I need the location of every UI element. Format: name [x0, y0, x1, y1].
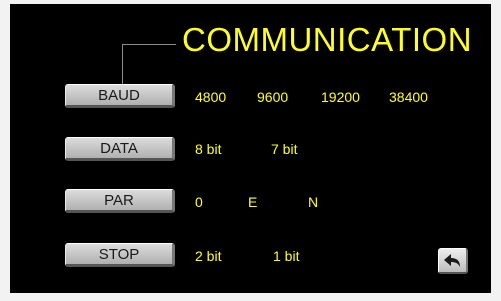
baud-option-38400[interactable]: 38400	[389, 90, 428, 104]
parity-option-0[interactable]: 0	[195, 195, 203, 209]
stop-option-2bit[interactable]: 2 bit	[195, 249, 221, 263]
screen-panel: COMMUNICATION BAUD 4800 9600 19200 38400…	[10, 4, 491, 293]
baud-button[interactable]: BAUD	[65, 84, 175, 108]
data-button[interactable]: DATA	[65, 137, 175, 161]
baud-option-9600[interactable]: 9600	[257, 90, 288, 104]
baud-option-4800[interactable]: 4800	[195, 90, 226, 104]
connector-line-top	[122, 44, 176, 45]
parity-button[interactable]: PAR	[65, 189, 175, 213]
baud-option-19200[interactable]: 19200	[321, 90, 360, 104]
stop-option-1bit[interactable]: 1 bit	[273, 249, 299, 263]
page-title: COMMUNICATION	[182, 21, 473, 58]
back-arrow-icon	[444, 254, 460, 267]
stop-button[interactable]: STOP	[65, 243, 175, 267]
parity-option-e[interactable]: E	[248, 195, 257, 209]
back-button[interactable]	[438, 248, 468, 274]
connector-line-vertical	[122, 44, 123, 88]
parity-option-n[interactable]: N	[308, 195, 318, 209]
data-option-7bit[interactable]: 7 bit	[271, 142, 297, 156]
data-option-8bit[interactable]: 8 bit	[195, 142, 221, 156]
